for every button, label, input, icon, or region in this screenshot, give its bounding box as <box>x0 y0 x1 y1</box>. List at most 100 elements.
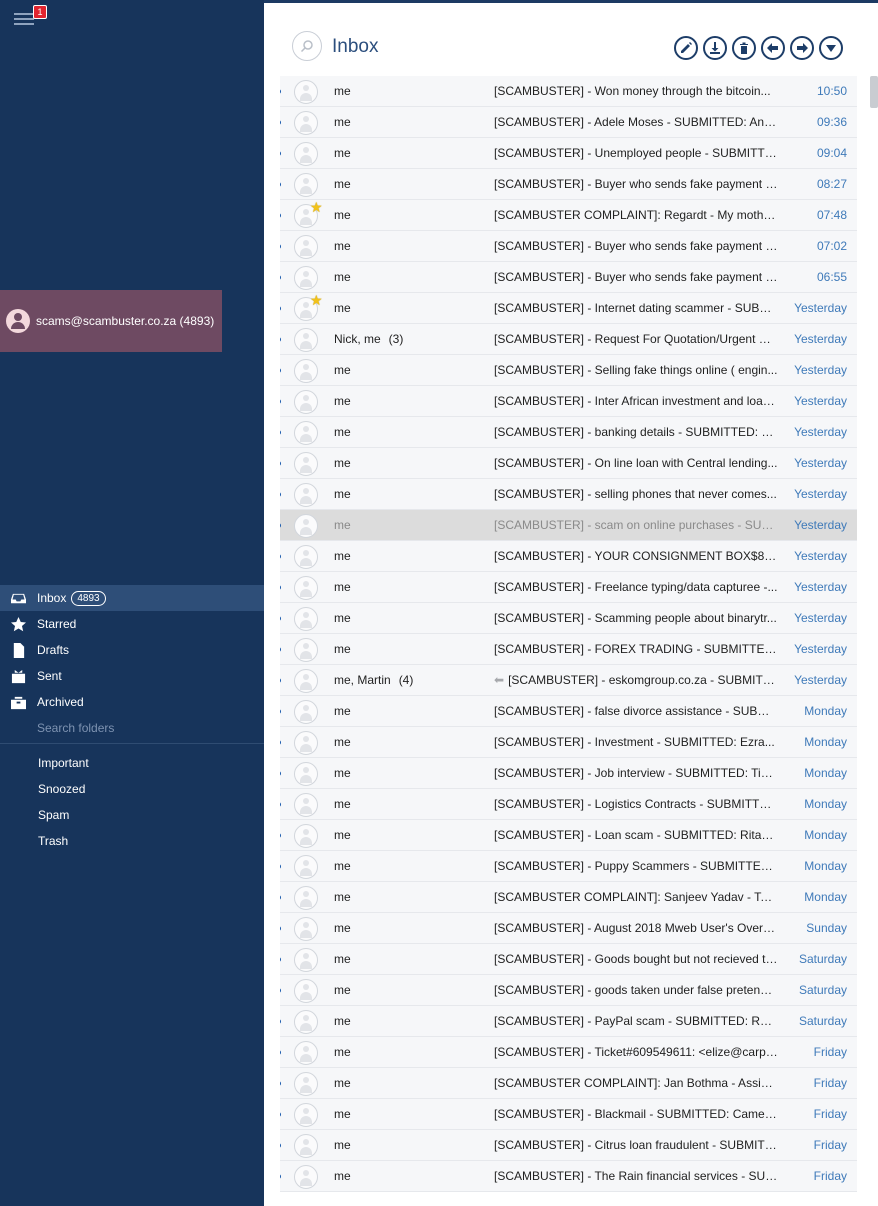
message-row[interactable]: me [SCAMBUSTER] - Adele Moses - SUBMITTED… <box>280 107 857 138</box>
unread-dot-icon <box>280 182 281 187</box>
sidebar-item-starred[interactable]: Starred <box>0 611 264 637</box>
message-row[interactable]: me [SCAMBUSTER] - Freelance typing/data c… <box>280 572 857 603</box>
sender-name: me <box>334 115 351 129</box>
message-sender: me <box>334 1076 484 1090</box>
message-row[interactable]: me [SCAMBUSTER] - false divorce assistanc… <box>280 696 857 727</box>
sender-name: me <box>334 84 351 98</box>
message-row[interactable]: me [SCAMBUSTER] - Goods bought but not re… <box>280 944 857 975</box>
message-row[interactable]: me [SCAMBUSTER] - banking details - SUBMI… <box>280 417 857 448</box>
search-folders-input[interactable]: Search folders <box>0 715 264 741</box>
message-row[interactable]: me [SCAMBUSTER] - goods taken under false… <box>280 975 857 1006</box>
notification-badge[interactable]: 1 <box>33 5 47 19</box>
message-row[interactable]: me [SCAMBUSTER] - Buyer who sends fake pa… <box>280 262 857 293</box>
message-time: 07:02 <box>816 239 847 253</box>
sender-name: me <box>334 642 351 656</box>
sidebar-item-inbox[interactable]: Inbox 4893 <box>0 585 264 611</box>
message-row[interactable]: me [SCAMBUSTER] - Inter African investmen… <box>280 386 857 417</box>
message-time: Friday <box>813 1076 847 1090</box>
message-row[interactable]: ★ me [SCAMBUSTER] - Internet dating scamme… <box>280 292 857 324</box>
reply-button[interactable] <box>761 36 785 60</box>
message-row[interactable]: Nick, me (3) [SCAMBUSTER] - Request For Qu… <box>280 324 857 355</box>
sender-name: me <box>334 177 351 191</box>
message-sender: me <box>334 487 484 501</box>
message-subject: [SCAMBUSTER] - Selling fake things onlin… <box>494 363 778 377</box>
message-row[interactable]: me [SCAMBUSTER] - Puppy Scammers - SUBMIT… <box>280 851 857 882</box>
subject-text: [SCAMBUSTER] - August 2018 Mweb User's O… <box>494 921 778 935</box>
search-button[interactable] <box>292 31 322 61</box>
sender-avatar-icon <box>294 142 318 166</box>
sender-name: me <box>334 425 351 439</box>
message-subject: [SCAMBUSTER] - selling phones that never… <box>494 487 778 501</box>
message-row[interactable]: me [SCAMBUSTER] - scam on online purchase… <box>280 510 857 541</box>
message-row[interactable]: me [SCAMBUSTER] - Buyer who sends fake pa… <box>280 169 857 200</box>
message-row[interactable]: me [SCAMBUSTER] - Buyer who sends fake pa… <box>280 231 857 262</box>
message-row[interactable]: me [SCAMBUSTER] - August 2018 Mweb User's… <box>280 913 857 944</box>
message-row[interactable]: me, Martin (4) ⬅ [SCAMBUSTER] - eskomgroup.… <box>280 665 857 696</box>
subject-text: [SCAMBUSTER] - Investment - SUBMITTED: E… <box>494 735 775 749</box>
message-row[interactable]: me [SCAMBUSTER] - Logistics Contracts - S… <box>280 789 857 820</box>
sender-avatar-icon <box>294 421 318 445</box>
sidebar-item-label: Archived <box>37 695 84 709</box>
unread-dot-icon <box>280 1019 281 1024</box>
message-row[interactable]: me [SCAMBUSTER] - selling phones that nev… <box>280 479 857 510</box>
sender-name: me <box>334 1014 351 1028</box>
message-subject: [SCAMBUSTER] - false divorce assistance … <box>494 704 778 718</box>
more-dropdown-button[interactable] <box>819 36 843 60</box>
message-row[interactable]: me [SCAMBUSTER] - Blackmail - SUBMITTED: … <box>280 1099 857 1130</box>
message-time: 06:55 <box>816 270 847 284</box>
scrollbar[interactable] <box>870 76 878 108</box>
message-row[interactable]: me [SCAMBUSTER] - Ticket#609549611: <eliz… <box>280 1037 857 1068</box>
sidebar-divider <box>0 743 264 744</box>
delete-button[interactable] <box>732 36 756 60</box>
message-subject: [SCAMBUSTER] - Request For Quotation/Urg… <box>494 332 778 346</box>
message-sender: me <box>334 890 484 904</box>
message-row[interactable]: me [SCAMBUSTER] - Unemployed people - SUB… <box>280 138 857 169</box>
message-row[interactable]: me [SCAMBUSTER] - On line loan with Centr… <box>280 448 857 479</box>
sender-name: me <box>334 239 351 253</box>
message-row[interactable]: me [SCAMBUSTER] - Job interview - SUBMITT… <box>280 758 857 789</box>
menu-icon[interactable] <box>14 13 34 25</box>
download-button[interactable] <box>703 36 727 60</box>
message-sender: me, Martin (4) <box>334 673 484 687</box>
message-row[interactable]: me [SCAMBUSTER] - Selling fake things onl… <box>280 355 857 386</box>
sidebar-item-important[interactable]: Important <box>0 750 264 776</box>
sender-name: me <box>334 456 351 470</box>
message-sender: me <box>334 859 484 873</box>
unread-dot-icon <box>280 492 281 497</box>
message-row[interactable]: me [SCAMBUSTER COMPLAINT]: Jan Bothma - A… <box>280 1068 857 1099</box>
sidebar-item-trash[interactable]: Trash <box>0 828 264 854</box>
message-row[interactable]: me [SCAMBUSTER] - Scamming people about b… <box>280 603 857 634</box>
message-row[interactable]: me [SCAMBUSTER] - Loan scam - SUBMITTED: … <box>280 820 857 851</box>
message-row[interactable]: me [SCAMBUSTER COMPLAINT]: Sanjeev Yadav … <box>280 882 857 913</box>
sender-avatar-icon <box>294 855 318 879</box>
sender-avatar-icon <box>294 576 318 600</box>
message-row[interactable]: me [SCAMBUSTER] - The Rain financial serv… <box>280 1161 857 1192</box>
star-icon[interactable]: ★ <box>310 292 323 309</box>
sidebar-item-drafts[interactable]: Drafts <box>0 637 264 663</box>
message-time: Saturday <box>798 1014 847 1028</box>
unread-dot-icon <box>280 306 281 311</box>
compose-button[interactable] <box>674 36 698 60</box>
sidebar-item-snoozed[interactable]: Snoozed <box>0 776 264 802</box>
message-row[interactable]: me [SCAMBUSTER] - Citrus loan fraudulent … <box>280 1130 857 1161</box>
sidebar-item-spam[interactable]: Spam <box>0 802 264 828</box>
message-time: 09:04 <box>816 146 847 160</box>
message-row[interactable]: me [SCAMBUSTER] - FOREX TRADING - SUBMITT… <box>280 634 857 665</box>
message-sender: me <box>334 766 484 780</box>
subject-text: [SCAMBUSTER] - Buyer who sends fake paym… <box>494 239 778 253</box>
star-icon[interactable]: ★ <box>310 199 323 216</box>
message-row[interactable]: me [SCAMBUSTER] - Won money through the b… <box>280 76 857 107</box>
message-row[interactable]: ★ me [SCAMBUSTER COMPLAINT]: Regardt - My … <box>280 199 857 231</box>
unread-dot-icon <box>280 647 281 652</box>
message-row[interactable]: me [SCAMBUSTER] - YOUR CONSIGNMENT BOX$8,… <box>280 541 857 572</box>
sidebar-item-archived[interactable]: Archived <box>0 689 264 715</box>
message-row[interactable]: me [SCAMBUSTER] - Investment - SUBMITTED:… <box>280 727 857 758</box>
message-row[interactable]: me [SCAMBUSTER] - PayPal scam - SUBMITTED… <box>280 1006 857 1037</box>
account-selector[interactable]: scams@scambuster.co.za (4893) <box>0 290 222 352</box>
sender-avatar-icon <box>294 638 318 662</box>
message-sender: me <box>334 642 484 656</box>
sender-name: me <box>334 580 351 594</box>
sidebar-item-sent[interactable]: Sent <box>0 663 264 689</box>
subject-text: [SCAMBUSTER] - Puppy Scammers - SUBMITTE… <box>494 859 778 873</box>
forward-button[interactable] <box>790 36 814 60</box>
